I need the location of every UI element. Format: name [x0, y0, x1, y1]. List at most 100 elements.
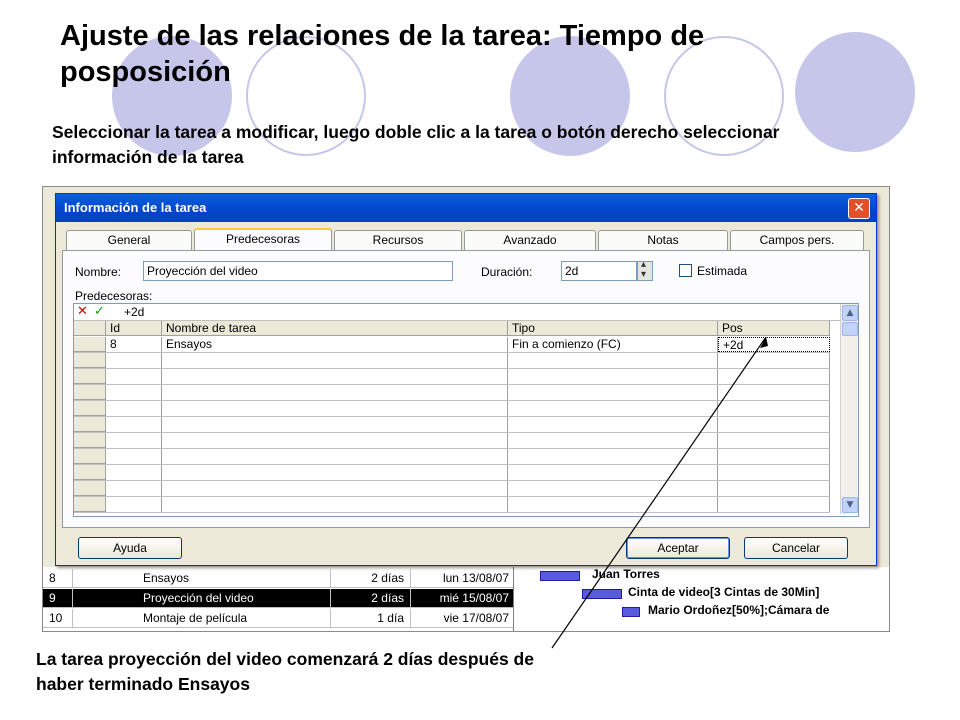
tab-recursos[interactable]: Recursos	[334, 230, 462, 250]
cell-nombre[interactable]	[162, 449, 508, 464]
duracion-spin-icon[interactable]	[637, 259, 653, 281]
cell-pos[interactable]	[718, 385, 830, 400]
row-selector[interactable]	[74, 385, 106, 400]
table-row[interactable]	[74, 433, 830, 449]
cell-pos[interactable]	[718, 481, 830, 496]
cell-nombre[interactable]	[162, 401, 508, 416]
cell-pos[interactable]	[718, 417, 830, 432]
cell-id[interactable]	[106, 353, 162, 368]
cell-pos[interactable]	[718, 449, 830, 464]
cell-nombre[interactable]	[162, 433, 508, 448]
cell-tipo[interactable]	[508, 433, 718, 448]
cell-nombre[interactable]: Ensayos	[162, 337, 508, 352]
cell-nombre[interactable]	[162, 417, 508, 432]
table-row[interactable]	[74, 369, 830, 385]
cell-tipo[interactable]	[508, 417, 718, 432]
confirm-check-icon[interactable]: ✓	[94, 305, 105, 319]
cell-id[interactable]	[106, 449, 162, 464]
cell-pos[interactable]	[718, 497, 830, 512]
table-row[interactable]	[74, 385, 830, 401]
cell-pos[interactable]: +2d	[718, 337, 830, 352]
row-selector[interactable]	[74, 417, 106, 432]
cell-nombre[interactable]	[162, 497, 508, 512]
task-row[interactable]: 9 Proyección del video 2 días mié 15/08/07	[43, 589, 513, 608]
tab-general[interactable]: General	[66, 230, 192, 250]
estimada-checkbox[interactable]	[679, 264, 692, 277]
tab-predecesoras[interactable]: Predecesoras	[194, 228, 332, 251]
row-selector[interactable]	[74, 369, 106, 384]
cell-id[interactable]	[106, 433, 162, 448]
cell-id[interactable]	[106, 465, 162, 480]
cell-nombre[interactable]	[162, 465, 508, 480]
table-row[interactable]	[74, 449, 830, 465]
duracion-field[interactable]: 2d	[561, 261, 637, 281]
dialog-titlebar[interactable]: Información de la tarea ✕	[56, 194, 876, 222]
cell-pos[interactable]	[718, 433, 830, 448]
tab-avanzado[interactable]: Avanzado	[464, 230, 596, 250]
cell-tipo[interactable]: Fin a comienzo (FC)	[508, 337, 718, 352]
grid-scrollbar[interactable]: ▲ ▼	[840, 304, 858, 514]
cell-id[interactable]	[106, 369, 162, 384]
cell-nombre[interactable]	[162, 385, 508, 400]
row-selector[interactable]	[74, 353, 106, 368]
table-row[interactable]: 8 Ensayos Fin a comienzo (FC) +2d	[74, 337, 830, 353]
close-icon[interactable]: ✕	[848, 198, 870, 219]
cell-tipo[interactable]	[508, 465, 718, 480]
cell-tipo[interactable]	[508, 481, 718, 496]
row-selector[interactable]	[74, 481, 106, 496]
row-selector[interactable]	[74, 449, 106, 464]
row-selector[interactable]	[74, 465, 106, 480]
grid-edit-bar: ✕ ✓ +2d	[74, 304, 848, 321]
background-task-table: 8 Ensayos 2 días lun 13/08/07 9 Proyección de…	[43, 567, 513, 631]
table-row[interactable]	[74, 481, 830, 497]
table-row[interactable]	[74, 497, 830, 513]
task-row[interactable]: 8 Ensayos 2 días lun 13/08/07	[43, 569, 513, 588]
cell-pos[interactable]	[718, 353, 830, 368]
task-id: 10	[43, 609, 73, 628]
cell-tipo[interactable]	[508, 449, 718, 464]
col-header-nombre[interactable]: Nombre de tarea	[162, 321, 508, 335]
row-selector[interactable]	[74, 401, 106, 416]
cell-tipo[interactable]	[508, 369, 718, 384]
cell-tipo[interactable]	[508, 385, 718, 400]
cell-id[interactable]	[106, 481, 162, 496]
cell-pos[interactable]	[718, 369, 830, 384]
table-row[interactable]	[74, 465, 830, 481]
scroll-down-icon[interactable]: ▼	[842, 497, 858, 513]
task-info-dialog: Información de la tarea ✕ General Predec…	[55, 193, 877, 566]
tab-notas[interactable]: Notas	[598, 230, 728, 250]
col-header-tipo[interactable]: Tipo	[508, 321, 718, 335]
cell-id[interactable]	[106, 401, 162, 416]
accept-button[interactable]: Aceptar	[626, 537, 730, 559]
cancel-button[interactable]: Cancelar	[744, 537, 848, 559]
cell-tipo[interactable]	[508, 497, 718, 512]
cell-id[interactable]	[106, 497, 162, 512]
cell-nombre[interactable]	[162, 353, 508, 368]
cell-id[interactable]	[106, 417, 162, 432]
cell-tipo[interactable]	[508, 353, 718, 368]
col-header-pos[interactable]: Pos	[718, 321, 830, 335]
cell-id[interactable]	[106, 385, 162, 400]
edit-bar-value[interactable]: +2d	[124, 304, 144, 320]
cell-nombre[interactable]	[162, 369, 508, 384]
table-row[interactable]	[74, 401, 830, 417]
help-button[interactable]: Ayuda	[78, 537, 182, 559]
col-header-id[interactable]: Id	[106, 321, 162, 335]
nombre-field[interactable]: Proyección del video	[143, 261, 453, 281]
row-selector[interactable]	[74, 497, 106, 512]
gantt-label: Cinta de video[3 Cintas de 30Min]	[628, 585, 820, 599]
cell-tipo[interactable]	[508, 401, 718, 416]
cell-id[interactable]: 8	[106, 337, 162, 352]
cell-pos[interactable]	[718, 465, 830, 480]
table-row[interactable]	[74, 353, 830, 369]
table-row[interactable]	[74, 417, 830, 433]
tab-campos-pers[interactable]: Campos pers.	[730, 230, 864, 250]
cell-nombre[interactable]	[162, 481, 508, 496]
cell-pos[interactable]	[718, 401, 830, 416]
scroll-up-icon[interactable]: ▲	[842, 305, 858, 321]
row-selector[interactable]	[74, 433, 106, 448]
task-row[interactable]: 10 Montaje de película 1 día vie 17/08/07	[43, 609, 513, 628]
cancel-x-icon[interactable]: ✕	[77, 305, 88, 319]
scroll-thumb[interactable]	[842, 322, 858, 336]
row-selector[interactable]	[74, 337, 106, 352]
